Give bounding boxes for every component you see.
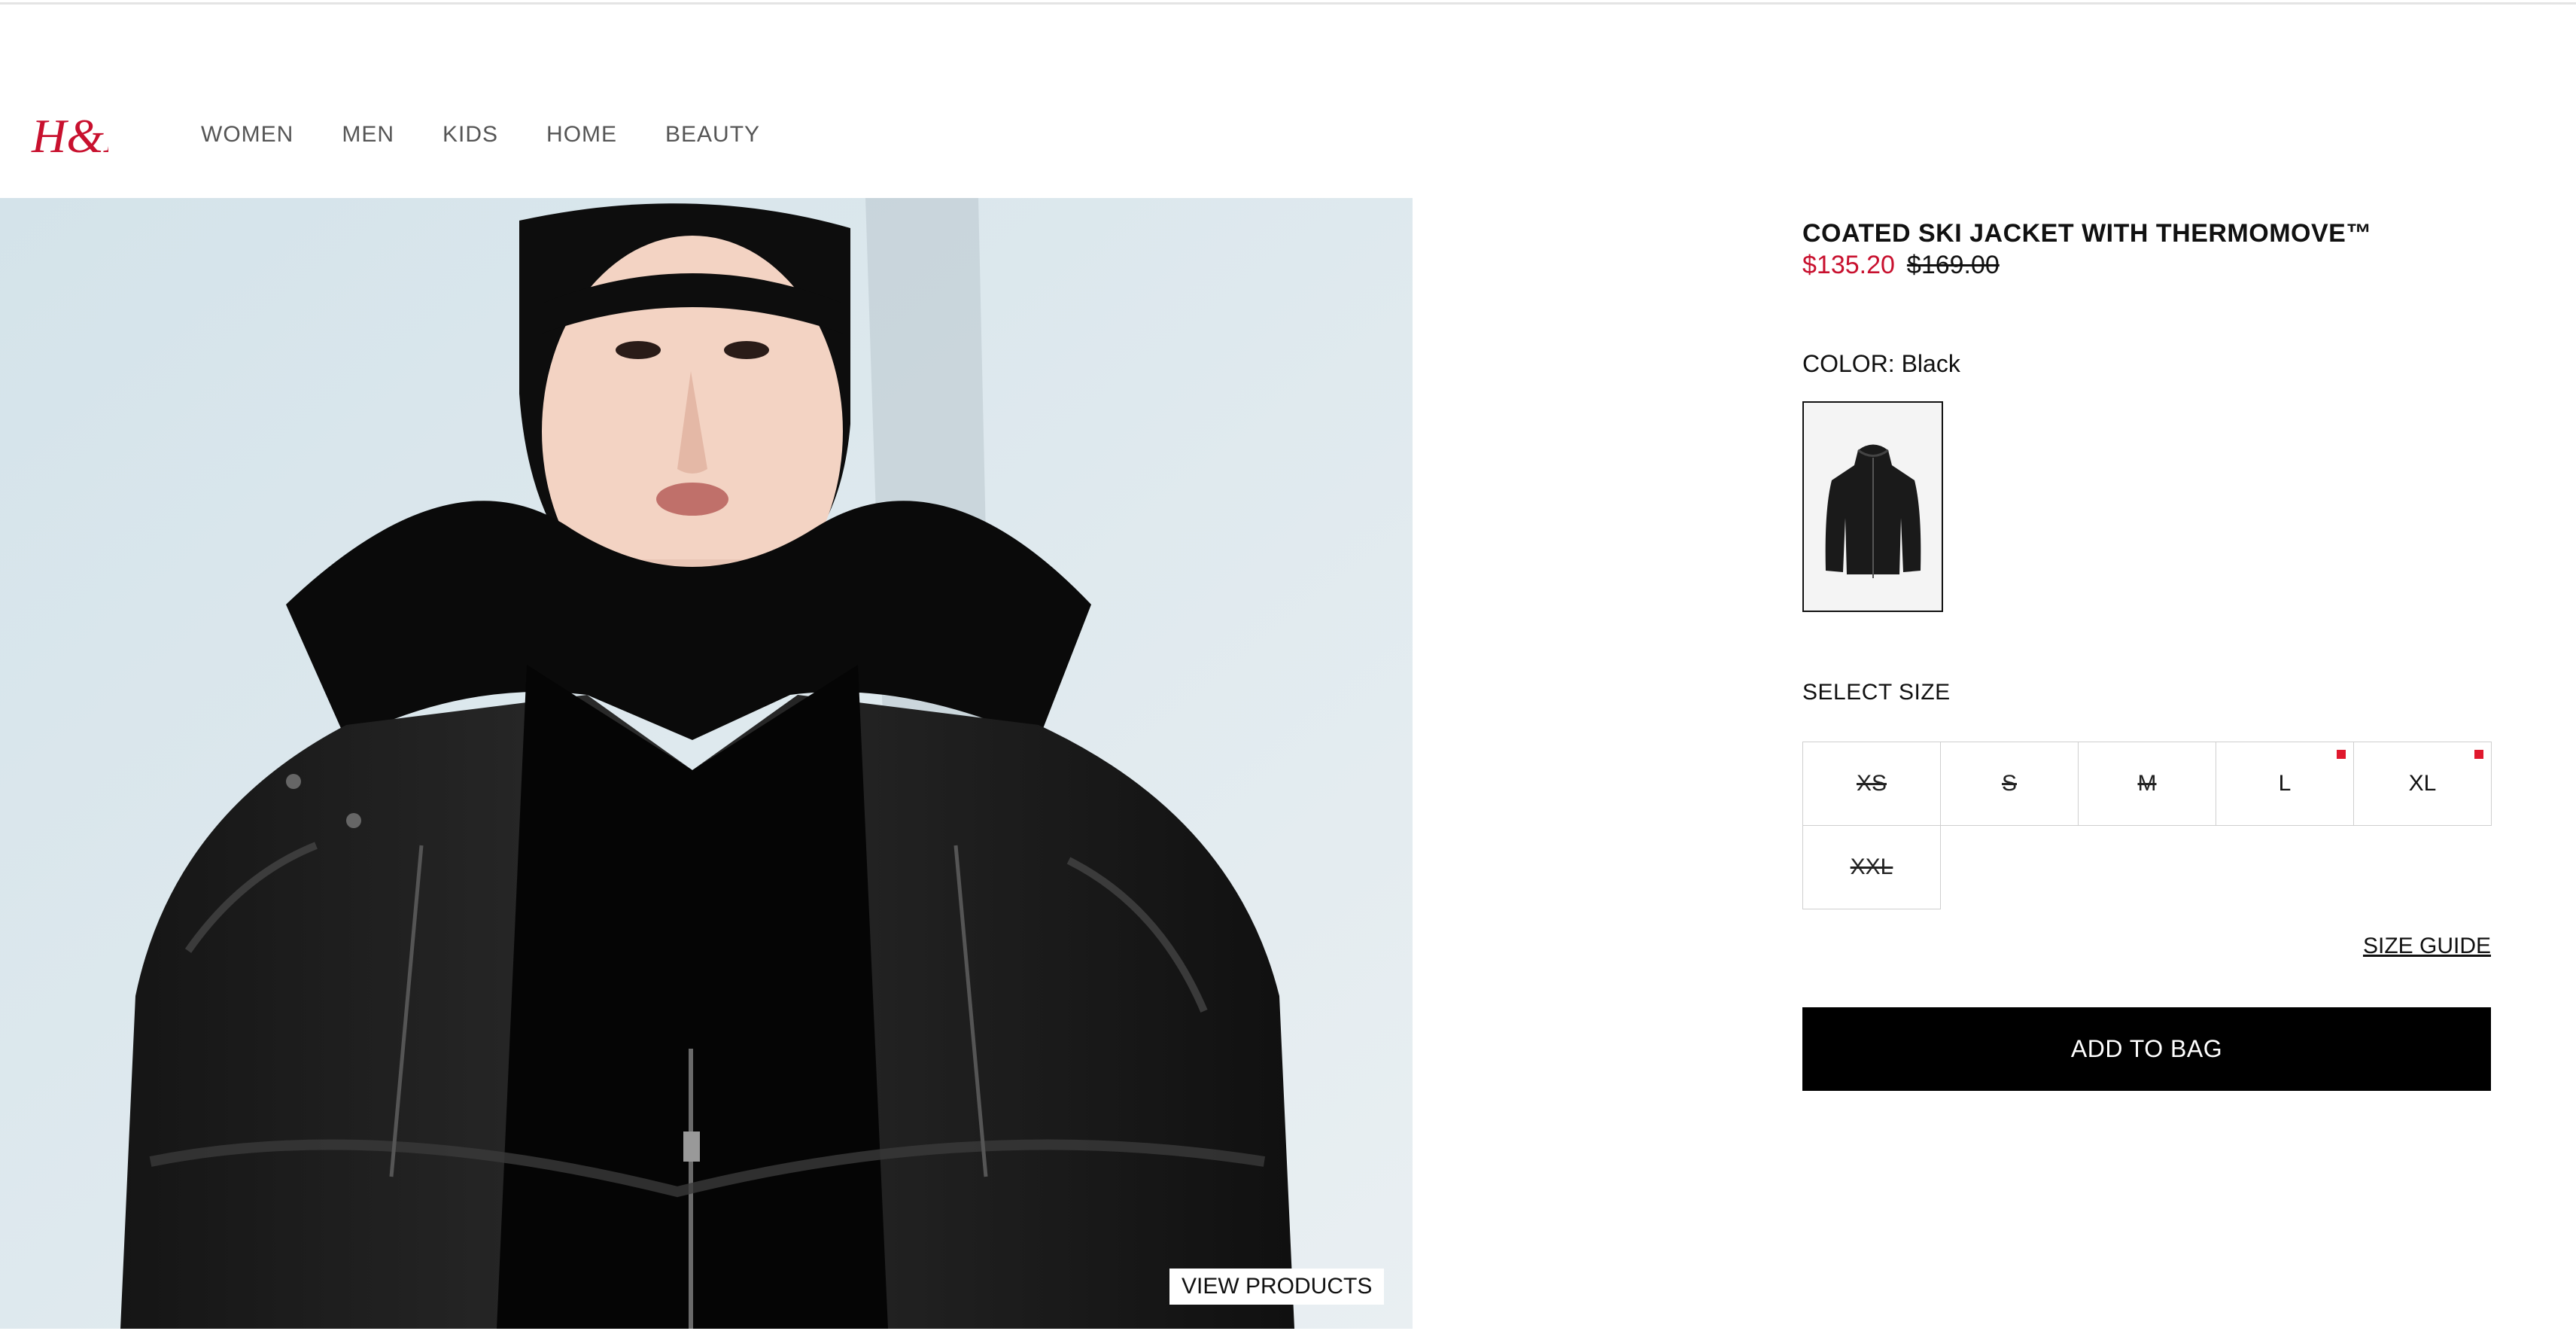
- product-details: COATED SKI JACKET WITH THERMOMOVE™ $135.…: [1802, 218, 2492, 1091]
- nav-item-men[interactable]: MEN: [342, 122, 394, 148]
- product-title: COATED SKI JACKET WITH THERMOMOVE™: [1802, 219, 2372, 248]
- size-label: M: [2137, 771, 2157, 796]
- size-selector: XS S M L XL XXL: [1802, 742, 2492, 909]
- select-size-label: SELECT SIZE: [1802, 680, 1951, 705]
- jacket-thumbnail-icon: [1825, 444, 1921, 578]
- size-label: XXL: [1850, 854, 1893, 879]
- size-label: XS: [1856, 771, 1887, 796]
- site-header: H&M WOMEN MEN KIDS HOME BEAUTY: [0, 90, 2576, 181]
- original-price: $169.00: [1906, 251, 2000, 279]
- logo-text: H&M: [31, 109, 108, 163]
- low-stock-indicator: [2337, 750, 2346, 759]
- nav-item-beauty[interactable]: BEAUTY: [665, 122, 760, 148]
- sale-price: $135.20: [1802, 251, 1895, 279]
- size-label: S: [2001, 771, 2017, 796]
- nav-item-women[interactable]: WOMEN: [201, 122, 293, 148]
- color-label: COLOR: Black: [1802, 350, 1960, 377]
- size-label: XL: [2408, 771, 2437, 796]
- top-divider: [0, 0, 2576, 5]
- add-to-bag-button[interactable]: ADD TO BAG: [1802, 1007, 2491, 1091]
- hero-image: VIEW PRODUCTS: [0, 198, 1413, 1329]
- view-products-button[interactable]: VIEW PRODUCTS: [1169, 1269, 1385, 1305]
- size-option-xl[interactable]: XL: [2353, 742, 2492, 826]
- main-nav: WOMEN MEN KIDS HOME BEAUTY: [201, 122, 808, 148]
- size-option-xs[interactable]: XS: [1802, 742, 1941, 826]
- hm-logo[interactable]: H&M: [30, 105, 147, 166]
- low-stock-indicator: [2474, 750, 2483, 759]
- size-option-l[interactable]: L: [2216, 742, 2354, 826]
- size-label: L: [2278, 771, 2292, 796]
- nav-item-kids[interactable]: KIDS: [443, 122, 498, 148]
- model-photo: [0, 198, 1413, 1329]
- price-row: $135.20 $169.00: [1802, 248, 2491, 282]
- size-guide-link[interactable]: SIZE GUIDE: [2363, 934, 2491, 959]
- size-option-m[interactable]: M: [2078, 742, 2216, 826]
- nav-item-home[interactable]: HOME: [546, 122, 617, 148]
- color-swatch-black[interactable]: [1802, 401, 1943, 612]
- size-option-s[interactable]: S: [1940, 742, 2079, 826]
- size-option-xxl[interactable]: XXL: [1802, 825, 1941, 909]
